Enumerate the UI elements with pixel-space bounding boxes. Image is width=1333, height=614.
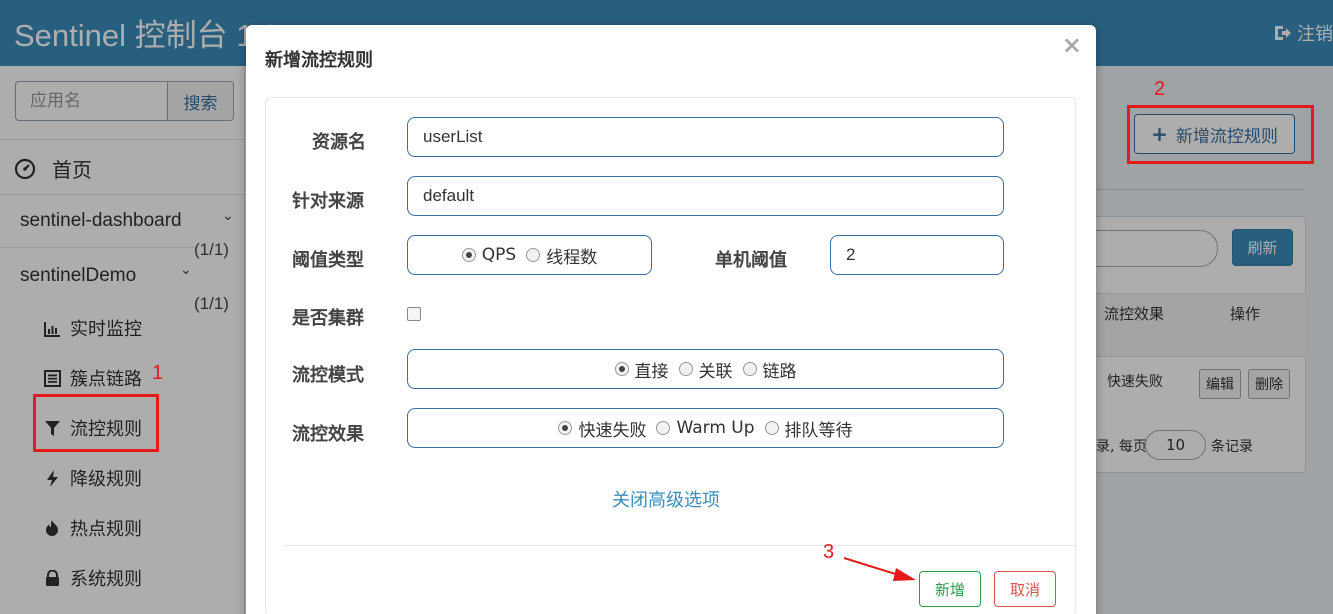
toggle-advanced-options-link[interactable]: 关闭高级选项 xyxy=(612,486,720,512)
radio-label: 直接 xyxy=(634,361,669,382)
radio-unchecked-icon xyxy=(656,421,671,435)
threshold-type-thread-radio[interactable]: 线程数 xyxy=(526,243,597,268)
cluster-checkbox[interactable] xyxy=(407,307,421,321)
resource-input[interactable]: userList xyxy=(407,117,1004,157)
mode-relate-radio[interactable]: 关联 xyxy=(678,357,733,382)
radio-label: 关联 xyxy=(698,361,733,382)
radio-label: 线程数 xyxy=(546,247,598,268)
annotation-label-2: 2 xyxy=(1154,78,1166,100)
mode-chain-radio[interactable]: 链路 xyxy=(742,357,797,382)
control-effect-radio-group: 快速失败 Warm Up 排队等待 xyxy=(407,408,1004,448)
origin-input[interactable]: default xyxy=(407,176,1004,216)
effect-queue-radio[interactable]: 排队等待 xyxy=(764,416,853,441)
cancel-button[interactable]: 取消 xyxy=(994,571,1056,607)
effect-warm-up-radio[interactable]: Warm Up xyxy=(656,418,755,438)
dialog-footer-divider xyxy=(284,545,1077,546)
origin-label: 针对来源 xyxy=(292,191,364,212)
cluster-label: 是否集群 xyxy=(292,308,364,329)
control-mode-label: 流控模式 xyxy=(292,365,364,386)
effect-fail-fast-radio[interactable]: 快速失败 xyxy=(558,416,646,441)
radio-label: QPS xyxy=(481,245,517,265)
add-flow-rule-dialog: 新增流控规则 × xyxy=(246,25,1096,614)
threshold-type-qps-radio[interactable]: QPS xyxy=(461,245,517,265)
threshold-type-radio-group: QPS 线程数 xyxy=(407,235,652,275)
radio-checked-icon xyxy=(461,248,476,262)
threshold-type-label: 阈值类型 xyxy=(292,250,364,271)
mode-direct-radio[interactable]: 直接 xyxy=(614,357,669,382)
dialog-title: 新增流控规则 xyxy=(265,50,373,71)
add-button[interactable]: 新增 xyxy=(919,571,981,607)
annotation-box-1 xyxy=(33,394,159,452)
radio-unchecked-icon xyxy=(526,248,541,262)
annotation-label-3: 3 xyxy=(823,541,835,563)
annotation-label-1: 1 xyxy=(152,362,164,384)
radio-checked-icon xyxy=(614,362,629,376)
close-icon[interactable]: × xyxy=(1062,31,1082,59)
threshold-label: 单机阈值 xyxy=(715,250,787,271)
radio-label: 链路 xyxy=(762,361,797,382)
radio-unchecked-icon xyxy=(764,421,779,435)
radio-unchecked-icon xyxy=(678,362,693,376)
control-mode-radio-group: 直接 关联 链路 xyxy=(407,349,1004,389)
radio-unchecked-icon xyxy=(742,362,757,376)
radio-checked-icon xyxy=(558,421,573,435)
threshold-input[interactable]: 2 xyxy=(830,235,1004,275)
radio-label: 快速失败 xyxy=(578,420,647,441)
annotation-arrow-icon xyxy=(843,557,916,581)
radio-label: Warm Up xyxy=(676,418,755,438)
control-effect-label: 流控效果 xyxy=(292,424,364,445)
annotation-box-2 xyxy=(1127,105,1314,164)
radio-label: 排队等待 xyxy=(784,420,853,441)
resource-label: 资源名 xyxy=(312,132,366,153)
